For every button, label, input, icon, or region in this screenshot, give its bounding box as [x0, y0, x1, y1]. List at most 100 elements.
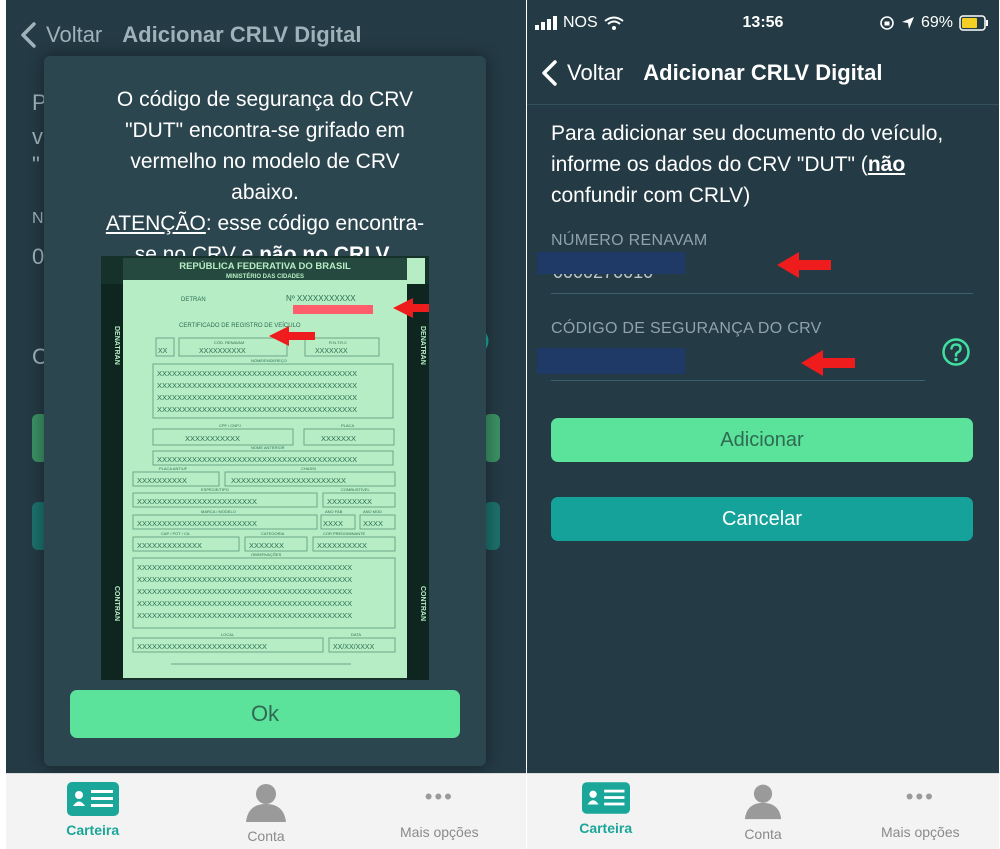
crv-side-label: CONTRAN — [419, 586, 426, 621]
bg-text: N — [32, 210, 44, 227]
orientation-lock-icon — [880, 16, 894, 30]
crv-field: CAP / POT / CIL — [161, 531, 191, 536]
svg-text:XXXXXXXXXXXXX: XXXXXXXXXXXXX — [137, 541, 202, 550]
help-icon[interactable] — [941, 337, 971, 367]
right-screen: NOS 13:56 69% Voltar Adicionar CRLV Digi… — [527, 0, 999, 849]
bg-cancel-button — [484, 502, 500, 550]
seguranca-label: CÓDIGO DE SEGURANÇA DO CRV — [551, 320, 822, 337]
crv-field: DETRAN — [181, 297, 206, 303]
crv-field: ANO FAB — [325, 509, 343, 514]
crv-field: OBSERVAÇÕES — [251, 552, 282, 557]
crv-field: LOCAL — [221, 632, 235, 637]
svg-text:XXXXXXXXXXXXXXXXXXXXXXXXXXXXXX: XXXXXXXXXXXXXXXXXXXXXXXXXXXXXXXXXXXXXXXX — [157, 393, 357, 402]
crv-field: CÓD. RENAVAM — [214, 340, 244, 345]
crv-field: ESPÉCIE/TIPO — [201, 487, 229, 492]
crv-field: DATA — [351, 632, 361, 637]
cancel-button[interactable]: Cancelar — [551, 497, 973, 541]
nav-bar: Voltar Adicionar CRLV Digital — [6, 10, 526, 60]
svg-text:XXXXXXX: XXXXXXX — [249, 541, 284, 550]
svg-text:XXXXXXXXXXXXXXXXXXXXXXXXXXXXXX: XXXXXXXXXXXXXXXXXXXXXXXXXXXXXXXXXXXXXXXX — [157, 405, 357, 414]
red-arrow-icon — [777, 252, 831, 278]
back-button[interactable]: Voltar — [46, 22, 102, 48]
bg-add-button — [484, 414, 500, 462]
tab-mais-opcoes[interactable]: ••• Mais opções — [353, 774, 526, 849]
svg-text:XXXXXXX: XXXXXXX — [321, 434, 356, 443]
tab-carteira[interactable]: Carteira — [6, 774, 179, 849]
svg-text:XXXXXXXXXXXXXXXXXXXXXXXX: XXXXXXXXXXXXXXXXXXXXXXXX — [137, 519, 257, 528]
crv-info-modal: O código de segurança do CRV "DUT" encon… — [44, 56, 486, 766]
svg-text:XXXX: XXXX — [363, 519, 383, 528]
svg-text:XXXXXXXXXX: XXXXXXXXXX — [199, 348, 246, 355]
tab-mais-opcoes[interactable]: ••• Mais opções — [842, 774, 999, 849]
crv-field: CPF / CNPJ — [219, 423, 241, 428]
crv-side-label: DENATRAN — [419, 326, 426, 365]
more-dots-icon: ••• — [905, 784, 935, 809]
crv-field: CERTIFICADO DE REGISTRO DE VEÍCULO — [179, 322, 301, 329]
crv-field: XX/XX/XXXX — [333, 644, 375, 651]
svg-text:XXXXXXXXXXXXXXXXXXXXXXXXXXXXXX: XXXXXXXXXXXXXXXXXXXXXXXXXXXXXXXXXXXXXXXX… — [137, 563, 352, 572]
crv-field: R.N.T.R.C — [329, 340, 347, 345]
more-dots-icon: ••• — [424, 784, 454, 809]
intro-emphasis: não — [867, 153, 906, 176]
crv-field: PLACA — [341, 423, 354, 428]
svg-text:XXXXXXXXXX: XXXXXXXXXX — [137, 476, 187, 485]
intro-text: Para adicionar seu documento do veículo,… — [551, 118, 981, 211]
svg-text:XXXXXXXXX: XXXXXXXXX — [327, 497, 372, 506]
svg-text:XXXXXXXXXXXXXXXXXXXXXXXXXXXXXX: XXXXXXXXXXXXXXXXXXXXXXXXXXXXXXXXXXXXXXXX… — [137, 587, 352, 596]
ok-button[interactable]: Ok — [70, 690, 460, 738]
svg-text:XXXXXXXXXXXXXXXXXXXXXXXXXXXXXX: XXXXXXXXXXXXXXXXXXXXXXXXXXXXXXXXXXXXXXXX… — [137, 611, 352, 620]
crv-field: XX — [158, 348, 168, 355]
crv-field: NOME ANTERIOR — [251, 445, 285, 450]
crv-field: MARCA / MODELO — [201, 509, 236, 514]
attention-label: ATENÇÃO — [105, 212, 206, 235]
attention-text: : esse código encontra- — [205, 212, 425, 235]
add-button[interactable]: Adicionar — [551, 418, 973, 462]
svg-text:XXXXXXXXXXXXXXXXXXXXXXXXXX: XXXXXXXXXXXXXXXXXXXXXXXXXX — [137, 642, 267, 651]
modal-text-line: vermelho no modelo de CRV — [130, 150, 400, 173]
redaction-mask — [537, 252, 685, 274]
tab-label: Mais opções — [400, 824, 479, 840]
crv-field: ANO MOD — [363, 509, 382, 514]
tab-label: Mais opções — [881, 824, 960, 840]
crv-field: Nº XXXXXXXXXXX — [286, 294, 356, 303]
battery-percent: 69% — [920, 14, 953, 31]
nav-bar: Voltar Adicionar CRLV Digital — [527, 48, 999, 98]
svg-text:XXXXXXXXXXXXXXXXXXXXXXXXXXXXXX: XXXXXXXXXXXXXXXXXXXXXXXXXXXXXXXXXXXXXXXX… — [137, 599, 352, 608]
svg-text:XXXXXXXXXX: XXXXXXXXXX — [317, 541, 367, 550]
crv-field: COMBUSTÍVEL — [341, 487, 370, 492]
tab-label: Conta — [744, 826, 782, 842]
modal-text-line: O código de segurança do CRV — [116, 88, 414, 111]
chevron-left-icon[interactable] — [18, 21, 40, 49]
crv-field: CATEGORIA — [261, 531, 285, 536]
svg-text:XXXXXXXXXXXXXXXXXXXXXXXX: XXXXXXXXXXXXXXXXXXXXXXXX — [137, 497, 257, 506]
back-button[interactable]: Voltar — [567, 60, 623, 86]
svg-text:XXXXXXXXXXXXXXXXXXXXXXXXXXXXXX: XXXXXXXXXXXXXXXXXXXXXXXXXXXXXXXXXXXXXXXX — [157, 381, 357, 390]
tab-conta[interactable]: Conta — [179, 774, 352, 849]
modal-text-line: "DUT" encontra-se grifado em — [125, 119, 405, 142]
status-bar: NOS 13:56 69% — [527, 12, 999, 36]
svg-text:XXXXXXX: XXXXXXX — [315, 348, 348, 355]
crv-side-label: CONTRAN — [113, 586, 120, 621]
wallet-card-icon — [581, 782, 630, 814]
tab-carteira[interactable]: Carteira — [527, 774, 684, 849]
renavam-underline — [551, 293, 973, 294]
page-title: Adicionar CRLV Digital — [122, 22, 362, 47]
svg-text:XXXXXXXXXXXXXXXXXXXXXXXXXXXXXX: XXXXXXXXXXXXXXXXXXXXXXXXXXXXXXXXXXXXXXXX… — [137, 575, 352, 584]
header-divider — [527, 104, 999, 105]
status-right-group: 69% — [879, 14, 989, 32]
chevron-left-icon[interactable] — [539, 59, 561, 87]
battery-icon — [959, 15, 988, 31]
tab-bar: Carteira Conta ••• Mais opções — [527, 773, 999, 849]
svg-text:XXXXXXXXXXX: XXXXXXXXXXX — [185, 434, 240, 443]
tab-conta[interactable]: Conta — [684, 774, 841, 849]
location-icon — [901, 17, 914, 29]
crv-document-image: REPÚBLICA FEDERATIVA DO BRASIL MINISTÉRI… — [101, 256, 429, 680]
crv-field: CHASSI — [301, 466, 316, 471]
tab-label: Conta — [247, 828, 285, 844]
red-arrow-icon — [801, 350, 855, 376]
crv-header: REPÚBLICA FEDERATIVA DO BRASIL — [179, 260, 351, 272]
crv-field: NOME/ENDEREÇO — [251, 358, 287, 363]
modal-text-line: ATENÇÃO: esse código encontra- — [64, 208, 466, 239]
crv-side-label: DENATRAN — [113, 326, 120, 365]
tab-bar: Carteira Conta ••• Mais opções — [6, 773, 526, 849]
